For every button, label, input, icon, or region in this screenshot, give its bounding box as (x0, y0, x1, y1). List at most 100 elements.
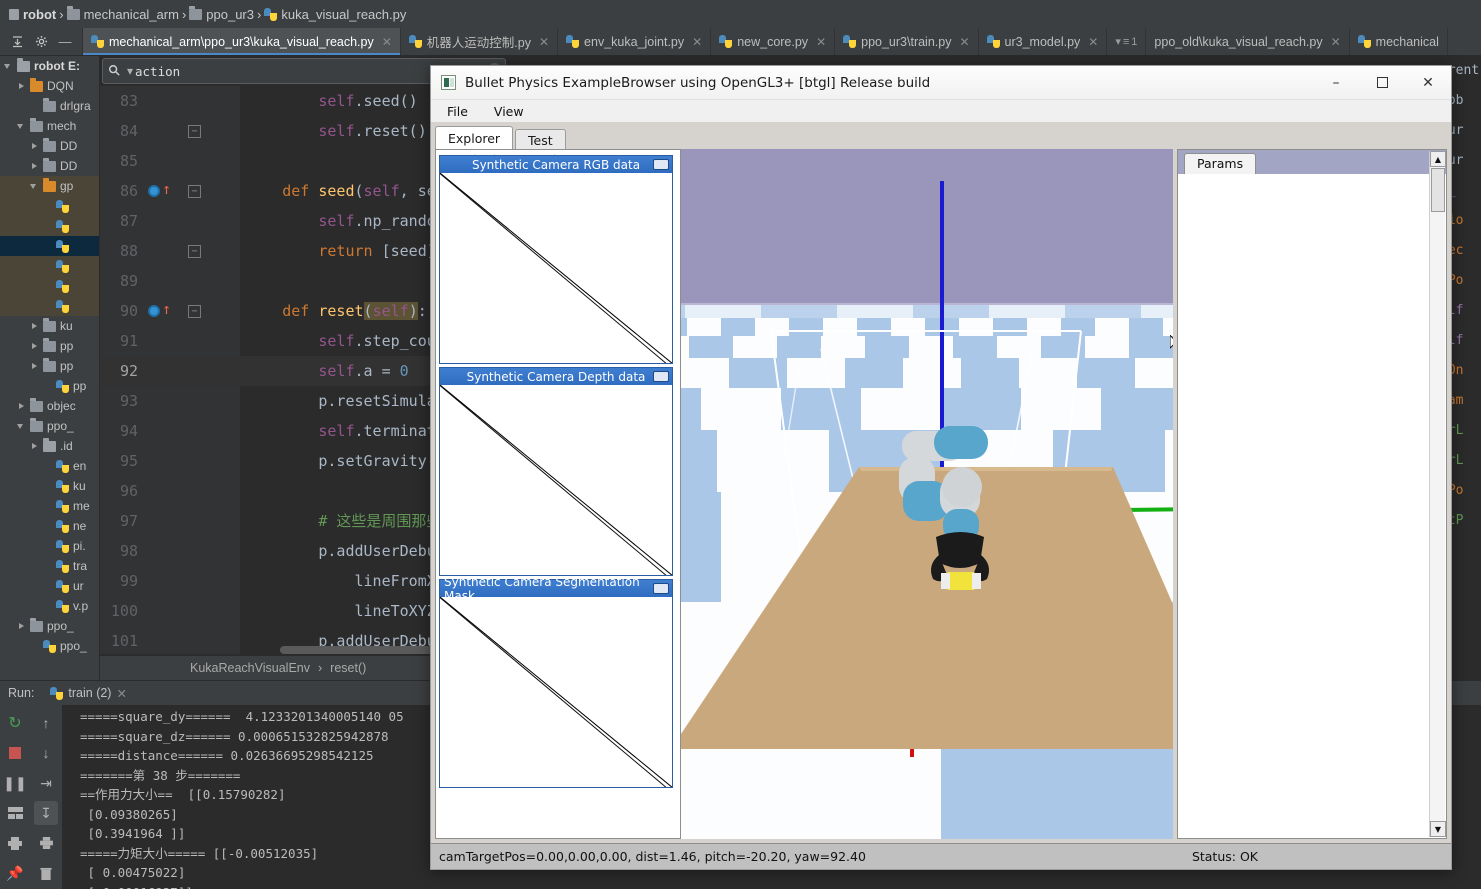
print-icon[interactable] (3, 831, 27, 855)
tree-row[interactable]: ku (0, 316, 99, 336)
close-icon[interactable]: ✕ (1088, 35, 1098, 49)
fold-marker-icon[interactable]: − (188, 245, 201, 258)
pin-icon[interactable]: 📌 (3, 861, 27, 885)
tree-row[interactable] (0, 276, 99, 296)
chevron-right-icon[interactable] (30, 162, 39, 171)
tree-row[interactable]: pi. (0, 536, 99, 556)
chevron-down-icon[interactable] (30, 182, 39, 191)
breakpoint-icon[interactable] (148, 185, 160, 197)
menu-file[interactable]: File (447, 104, 468, 119)
params-scrollbar[interactable]: ▲ ▼ (1429, 151, 1446, 837)
tree-row[interactable]: gp (0, 176, 99, 196)
tab-env-kuka-joint[interactable]: env_kuka_joint.py ✕ (558, 28, 712, 55)
run-tab-train[interactable]: train (2) ✕ (44, 684, 133, 703)
tab-explorer[interactable]: Explorer (435, 126, 514, 150)
tab-mechanical[interactable]: mechanical (1350, 28, 1448, 55)
tree-row[interactable] (0, 296, 99, 316)
stop-icon[interactable] (3, 741, 27, 765)
rerun-icon[interactable]: ↻ (3, 711, 27, 735)
search-input[interactable] (135, 63, 461, 79)
maximize-button[interactable] (1359, 66, 1405, 99)
breadcrumb-method[interactable]: reset() (330, 661, 366, 675)
tree-row[interactable]: DD (0, 156, 99, 176)
chevron-down-icon[interactable] (17, 422, 26, 431)
tree-row[interactable]: tra (0, 556, 99, 576)
tab-new-core[interactable]: new_core.py ✕ (711, 28, 836, 55)
tree-row[interactable]: ppo_ (0, 616, 99, 636)
tab-test[interactable]: Test (515, 129, 566, 150)
chevron-down-icon[interactable] (4, 62, 13, 71)
tree-row[interactable]: DD (0, 136, 99, 156)
tree-row[interactable]: pp (0, 336, 99, 356)
minimize-button[interactable]: – (1313, 66, 1359, 99)
chevron-down-icon[interactable]: ▾ (125, 64, 135, 78)
tree-row[interactable] (0, 256, 99, 276)
panel-camera-rgb[interactable]: Synthetic Camera RGB data (439, 155, 673, 364)
trash-icon[interactable] (34, 861, 58, 885)
close-icon[interactable]: ✕ (816, 35, 826, 49)
tree-row[interactable]: ur (0, 576, 99, 596)
panel-titlebar[interactable]: Synthetic Camera RGB data (440, 156, 672, 173)
panel-camera-depth[interactable]: Synthetic Camera Depth data (439, 367, 673, 576)
panel-collapse-icon[interactable] (653, 583, 669, 594)
search-icon[interactable] (103, 64, 125, 79)
tree-row[interactable]: drlgra (0, 96, 99, 116)
params-pane[interactable]: Params ▲ ▼ (1177, 149, 1447, 839)
tab-overflow-button[interactable]: ▾ ≡ 1 (1107, 28, 1147, 55)
close-icon[interactable]: ✕ (382, 35, 392, 49)
breadcrumb-item-ppo-ur3[interactable]: ppo_ur3 (186, 5, 257, 22)
tree-row[interactable]: robot E: (0, 56, 99, 76)
layout-icon[interactable] (3, 801, 27, 825)
panel-collapse-icon[interactable] (653, 371, 669, 382)
breadcrumb-item-robot[interactable]: robot (6, 7, 59, 22)
bullet-physics-window[interactable]: Bullet Physics ExampleBrowser using Open… (430, 65, 1452, 870)
down-arrow-icon[interactable]: ↓ (34, 741, 58, 765)
tree-row[interactable]: ne (0, 516, 99, 536)
tab-kuka-visual-reach[interactable]: mechanical_arm\ppo_ur3\kuka_visual_reach… (83, 28, 401, 55)
fold-marker-icon[interactable]: − (188, 305, 201, 318)
override-arrow-icon[interactable]: ↑ (162, 182, 171, 197)
chevron-right-icon[interactable] (30, 362, 39, 371)
pause-icon[interactable]: ❚❚ (3, 771, 27, 795)
tree-row[interactable] (0, 236, 99, 256)
panel-titlebar[interactable]: Synthetic Camera Depth data (440, 368, 672, 385)
breadcrumb-class[interactable]: KukaReachVisualEnv (190, 661, 310, 675)
chevron-right-icon[interactable] (30, 442, 39, 451)
close-icon[interactable]: ✕ (539, 35, 549, 49)
panel-camera-segmentation[interactable]: Synthetic Camera Segmentation Mask (439, 575, 673, 788)
close-icon[interactable]: ✕ (959, 35, 969, 49)
breakpoint-icon[interactable] (148, 305, 160, 317)
gear-icon[interactable] (30, 31, 52, 53)
chevron-right-icon[interactable] (17, 402, 26, 411)
tab-params[interactable]: Params (1184, 153, 1257, 174)
minimize-icon[interactable]: — (54, 31, 76, 53)
tree-row[interactable] (0, 196, 99, 216)
tree-row[interactable]: mech (0, 116, 99, 136)
tree-row[interactable]: en (0, 456, 99, 476)
breadcrumb-item-file[interactable]: kuka_visual_reach.py (261, 7, 409, 22)
tab-ppo-ur3-train[interactable]: ppo_ur3\train.py ✕ (835, 28, 979, 55)
chevron-right-icon[interactable] (30, 322, 39, 331)
tree-row[interactable]: .id (0, 436, 99, 456)
close-icon[interactable]: ✕ (1331, 35, 1341, 49)
chevron-right-icon[interactable] (30, 342, 39, 351)
tree-row[interactable]: DQN (0, 76, 99, 96)
tab-robot-motion-control[interactable]: 机器人运动控制.py ✕ (401, 28, 559, 55)
menu-view[interactable]: View (494, 104, 524, 119)
tab-ur3-model[interactable]: ur3_model.py ✕ (979, 28, 1108, 55)
close-icon[interactable]: ✕ (116, 686, 126, 701)
tree-row[interactable]: ku (0, 476, 99, 496)
chevron-down-icon[interactable] (17, 122, 26, 131)
collapse-all-icon[interactable] (6, 31, 28, 53)
tab-ppo-old-kuka-visual-reach[interactable]: ppo_old\kuka_visual_reach.py ✕ (1146, 28, 1350, 55)
bullet-titlebar[interactable]: Bullet Physics ExampleBrowser using Open… (431, 66, 1451, 100)
tree-row[interactable]: ppo_ (0, 416, 99, 436)
close-icon[interactable]: ✕ (692, 35, 702, 49)
override-arrow-icon[interactable]: ↑ (162, 302, 171, 317)
tree-row[interactable] (0, 216, 99, 236)
scroll-up-icon[interactable]: ▲ (1430, 151, 1446, 167)
tree-row[interactable]: me (0, 496, 99, 516)
breadcrumb-item-mechanical-arm[interactable]: mechanical_arm (64, 5, 182, 22)
scroll-down-icon[interactable]: ▼ (1430, 821, 1446, 837)
fold-marker-icon[interactable]: − (188, 125, 201, 138)
